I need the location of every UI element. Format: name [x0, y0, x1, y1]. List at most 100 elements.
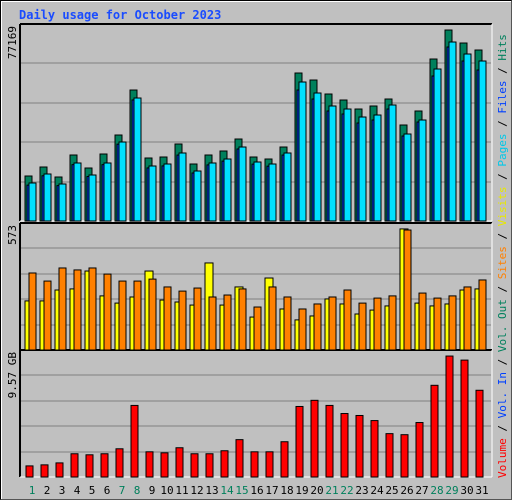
- day-label: 14: [220, 484, 234, 497]
- day-label: 16: [250, 484, 263, 497]
- usage-chart: 771695739.57 GB1 2 3 4 5 6 7 8 9 10 11 12 13 14 15 16 17…: [6, 23, 509, 497]
- bar-volume: [205, 453, 214, 478]
- day-label: 21: [325, 484, 338, 497]
- day-label: 8: [134, 484, 141, 497]
- bar-volume: [115, 448, 124, 478]
- bar-sites: [163, 286, 172, 351]
- bar-pages: [73, 162, 82, 222]
- day-label: 4: [74, 484, 81, 497]
- legend-separator: /: [496, 352, 509, 372]
- legend-separator: /: [496, 418, 509, 438]
- day-label: 20: [310, 484, 323, 497]
- bar-pages: [193, 170, 202, 222]
- bar-sites: [73, 269, 82, 351]
- bar-volume: [130, 404, 139, 478]
- bar-sites: [28, 272, 37, 351]
- bar-sites: [388, 295, 397, 351]
- bar-volume: [40, 464, 49, 478]
- legend-item: Volume: [496, 438, 509, 478]
- day-label: 30: [460, 484, 473, 497]
- legend-separator: /: [496, 226, 509, 246]
- day-label: 6: [104, 484, 111, 497]
- bar-sites: [463, 286, 472, 351]
- bar-volume: [100, 453, 109, 478]
- bar-sites: [298, 308, 307, 351]
- day-label: 5: [89, 484, 96, 497]
- bar-pages: [388, 104, 397, 222]
- bar-sites: [433, 297, 442, 351]
- bar-volume: [310, 399, 319, 478]
- legend-item: Vol. In: [496, 372, 509, 418]
- bar-sites: [43, 280, 52, 351]
- y-max-label: 573: [6, 225, 19, 245]
- bar-pages: [223, 158, 232, 222]
- legend-item: Visits: [496, 187, 509, 227]
- bar-volume: [55, 462, 64, 478]
- bar-volume: [280, 441, 289, 478]
- bar-pages: [478, 60, 487, 222]
- bar-volume: [400, 434, 409, 478]
- legend-item: Sites: [496, 246, 509, 279]
- day-label: 24: [370, 484, 384, 497]
- bar-sites: [343, 289, 352, 351]
- legend-item: Files: [496, 81, 509, 114]
- bar-sites: [178, 290, 187, 351]
- bar-volume: [325, 404, 334, 478]
- day-label: 29: [445, 484, 458, 497]
- day-label: 23: [355, 484, 368, 497]
- bar-pages: [403, 133, 412, 222]
- bar-pages: [163, 163, 172, 222]
- bar-pages: [43, 173, 52, 222]
- bar-pages: [178, 152, 187, 222]
- day-label: 18: [280, 484, 293, 497]
- bar-pages: [208, 162, 217, 222]
- day-label: 13: [205, 484, 218, 497]
- day-label: 7: [119, 484, 126, 497]
- bar-volume: [175, 447, 184, 478]
- day-label: 19: [295, 484, 308, 497]
- bar-volume: [145, 451, 154, 478]
- day-label: 1: [29, 484, 36, 497]
- bar-volume: [460, 359, 469, 478]
- bar-pages: [418, 119, 427, 222]
- bar-sites: [403, 229, 412, 351]
- legend-separator: /: [496, 114, 509, 134]
- bar-volume: [475, 389, 484, 478]
- bar-pages: [298, 81, 307, 222]
- bar-sites: [313, 303, 322, 351]
- bar-sites: [328, 296, 337, 351]
- bar-sites: [103, 273, 112, 351]
- day-label: 26: [400, 484, 413, 497]
- bar-sites: [268, 286, 277, 351]
- bar-volume: [265, 451, 274, 478]
- bar-volume: [160, 452, 169, 478]
- bar-pages: [313, 92, 322, 222]
- bar-sites: [478, 279, 487, 351]
- bar-volume: [85, 454, 94, 478]
- bar-pages: [433, 68, 442, 222]
- bar-sites: [118, 280, 127, 351]
- bar-sites: [373, 297, 382, 351]
- day-label: 27: [415, 484, 428, 497]
- bar-pages: [28, 182, 37, 222]
- bar-pages: [373, 114, 382, 222]
- bar-volume: [445, 355, 454, 478]
- bar-pages: [328, 105, 337, 222]
- bar-volume: [190, 453, 199, 478]
- bar-sites: [58, 267, 67, 351]
- bar-sites: [148, 278, 157, 351]
- bar-sites: [193, 287, 202, 351]
- legend-item: Hits: [496, 34, 509, 61]
- bar-sites: [358, 302, 367, 351]
- day-label: 3: [59, 484, 66, 497]
- legend-item: Vol. Out: [496, 299, 509, 352]
- bar-volume: [235, 439, 244, 478]
- bar-pages: [253, 161, 262, 222]
- legend: Volume / Vol. In / Vol. Out / Sites / Vi…: [496, 34, 509, 478]
- bar-pages: [88, 174, 97, 222]
- bar-pages: [133, 97, 142, 222]
- bar-pages: [358, 116, 367, 222]
- legend-separator: /: [496, 61, 509, 81]
- bar-sites: [208, 296, 217, 351]
- bar-pages: [238, 146, 247, 222]
